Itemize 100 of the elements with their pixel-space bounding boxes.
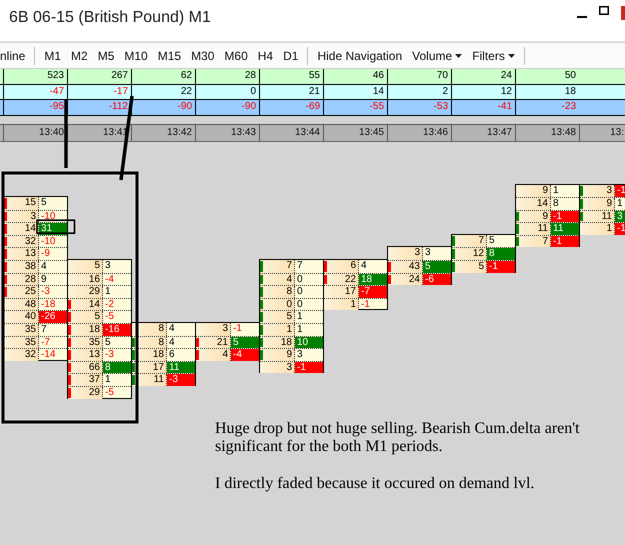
delta-cell: 14 — [323, 84, 387, 99]
delta-cell-text: -10 — [40, 236, 56, 248]
mode-button[interactable]: nline — [0, 48, 30, 62]
delta-cell: 5 — [423, 261, 451, 273]
time-cell: 13: — [579, 124, 625, 140]
delta-cell: -7 — [359, 286, 387, 298]
delta-cell-text: 1 — [104, 286, 112, 298]
time-cell: 13:45 — [323, 124, 387, 140]
delta-cell-text: 3 — [104, 260, 112, 273]
delta-cell-text: 1 — [296, 311, 304, 324]
delta-cell-text: -1 — [360, 298, 371, 310]
bid-cell: 38 — [4, 261, 39, 273]
bid-cell: 5 — [452, 261, 487, 273]
timeframe-button[interactable]: M5 — [92, 48, 120, 62]
delta-cell: -1 — [551, 236, 579, 248]
delta-cell: 11 — [167, 362, 195, 374]
bid-cell: 9 — [260, 349, 295, 361]
bid-cell: 3 — [4, 210, 39, 222]
delta-cell: -1 — [615, 223, 625, 235]
bid-cell: 5 — [68, 311, 103, 324]
delta-cell-text: 1 — [616, 198, 624, 210]
bid-cell: 14 — [68, 298, 103, 310]
delta-cell-text: 5 — [488, 234, 496, 248]
time-cell: 13:44 — [259, 124, 323, 140]
bid-cell: 3 — [260, 362, 295, 374]
delta-cell-text: 1 — [296, 324, 304, 336]
bid-cell: 5 — [68, 260, 103, 273]
bid-cell: 4 — [196, 349, 231, 361]
time-cell: 13:46 — [387, 124, 451, 140]
bid-cell: 4 — [260, 274, 295, 286]
bid-cell: 7 — [516, 236, 551, 248]
bid-cell: 11 — [516, 223, 551, 235]
delta-cell: 31 — [39, 223, 67, 235]
cum-delta-cell: -55 — [323, 100, 387, 114]
timeframe-button[interactable]: M60 — [219, 48, 253, 62]
bid-cell: 18 — [260, 336, 295, 348]
timeframe-button[interactable]: H4 — [252, 48, 278, 62]
volume-cell: 28 — [195, 69, 259, 84]
delta-cell-text: 1 — [104, 374, 112, 386]
delta-cell: 11 — [551, 223, 579, 235]
delta-cell: 10 — [295, 336, 323, 348]
cum-delta-cell: -112 — [67, 100, 131, 114]
delta-cell-text: 9 — [40, 274, 48, 286]
bid-cell: 43 — [388, 261, 423, 273]
bid-cell: 12 — [452, 248, 487, 260]
bid-cell: 35 — [68, 336, 103, 348]
bid-cell: 6 — [324, 260, 359, 273]
delta-cell-text: 6 — [168, 349, 176, 361]
bid-cell: 18 — [68, 324, 103, 336]
annotation-text: I directly faded because it occured on demand lvl. — [215, 474, 536, 493]
bid-cell: 32 — [4, 349, 39, 361]
delta-cell: 18 — [515, 84, 579, 99]
bid-cell: 11 — [580, 210, 615, 222]
volume-cell: 523 — [3, 69, 67, 84]
volume-cell: 62 — [131, 69, 195, 84]
timeframe-button[interactable]: M30 — [186, 48, 220, 62]
delta-cell-text: 0 — [296, 286, 304, 298]
delta-cell-text: 5 — [40, 197, 48, 210]
bid-cell: 21 — [196, 336, 231, 348]
delta-cell-text: 0 — [296, 274, 304, 286]
delta-cell: 21 — [259, 84, 323, 99]
delta-cell: -16 — [103, 324, 131, 336]
bid-cell: 16 — [68, 274, 103, 286]
timeframe-button[interactable]: D1 — [278, 48, 304, 62]
annotation-text: Huge drop but not huge selling. Bearish Cum.delta aren't significant for the both M1 periods. — [215, 420, 581, 456]
timeframe-button[interactable]: M1 — [39, 48, 66, 62]
cum-delta-cell: -95 — [3, 100, 67, 114]
delta-cell-text: 1 — [552, 184, 560, 198]
bid-cell: 3 — [196, 323, 231, 336]
timeframe-button[interactable]: M10 — [119, 48, 153, 62]
delta-cell: 0 — [195, 84, 259, 99]
delta-cell-text: 4 — [168, 336, 176, 348]
volume-cell: 70 — [387, 69, 451, 84]
delta-cell: -6 — [423, 274, 451, 286]
toolbar-button[interactable]: Hide Navigation — [312, 48, 408, 62]
bid-cell: 35 — [4, 336, 39, 348]
bid-cell: 8 — [132, 323, 167, 336]
bid-cell: 37 — [68, 374, 103, 386]
delta-cell: -47 — [3, 84, 67, 99]
delta-cell-text: 7 — [40, 324, 48, 336]
delta-cell-text: -3 — [104, 349, 115, 361]
delta-cell-text: 8 — [552, 198, 560, 210]
delta-cell: -4 — [231, 349, 259, 361]
delta-cell-text: 3 — [296, 349, 304, 361]
bid-cell: 35 — [4, 324, 39, 336]
delta-cell-text: 7 — [296, 260, 304, 273]
dropdown-button[interactable]: Volume — [407, 48, 468, 62]
delta-cell: -1 — [295, 362, 323, 374]
delta-cell-text: -14 — [40, 349, 56, 361]
bid-cell: 32 — [4, 236, 39, 248]
timeframe-button[interactable]: M15 — [152, 48, 186, 62]
delta-cell: 12 — [451, 84, 515, 99]
delta-cell: -1 — [551, 210, 579, 222]
bid-cell: 15 — [4, 197, 39, 210]
maximize-icon[interactable] — [599, 6, 609, 15]
bid-cell: 1 — [580, 223, 615, 235]
dropdown-button[interactable]: Filters — [467, 48, 520, 62]
delta-cell-text: -7 — [40, 336, 51, 348]
timeframe-button[interactable]: M2 — [66, 48, 93, 62]
bid-cell: 5 — [260, 311, 295, 324]
